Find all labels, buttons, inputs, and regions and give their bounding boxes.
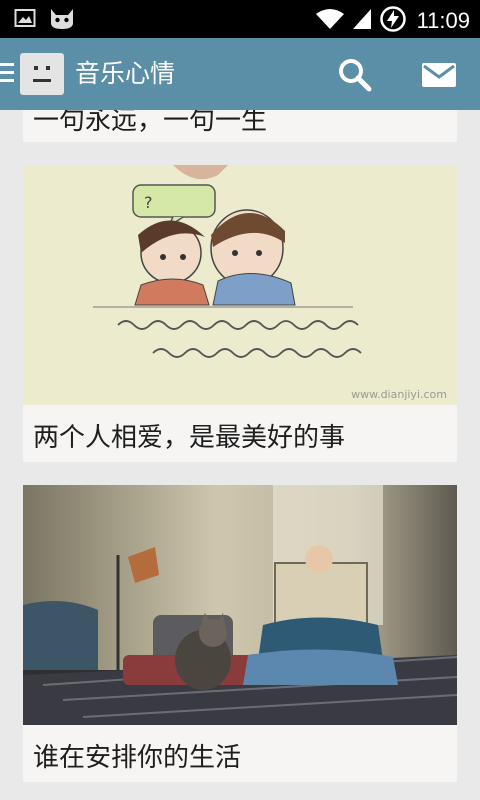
search-icon[interactable] [337, 57, 373, 93]
reading-cat-photo[interactable] [23, 485, 457, 725]
mail-icon[interactable] [421, 60, 457, 90]
wifi-icon [315, 7, 345, 35]
signal-icon [351, 7, 373, 35]
couple-sketch-image[interactable]: ? www.dianjiyi.com [23, 165, 457, 405]
status-bar: 11:09 [0, 0, 480, 38]
feed-item[interactable]: 谁在安排你的生活 [23, 485, 457, 782]
battery-charging-icon [379, 5, 407, 37]
image-watermark: www.dianjiyi.com [351, 388, 447, 401]
clock: 11:09 [416, 8, 470, 33]
feed-item-caption: 一句永远，一句一生 [33, 110, 268, 136]
gallery-notification-icon [14, 7, 36, 35]
app-logo-icon[interactable] [20, 53, 64, 95]
android-debug-icon [48, 7, 76, 35]
svg-text:?: ? [144, 193, 153, 212]
feed-item[interactable]: 一句永远，一句一生 [23, 110, 457, 142]
feed-item-caption: 谁在安排你的生活 [33, 743, 242, 773]
feed-item-caption: 两个人相爱，是最美好的事 [33, 423, 346, 453]
app-title: 音乐心情 [75, 59, 176, 88]
feed-list[interactable]: 一句永远，一句一生 ? www.dianjiyi.com 两个人相爱，是最美好的… [0, 110, 480, 800]
drawer-icon[interactable] [0, 62, 16, 88]
feed-item[interactable]: ? www.dianjiyi.com 两个人相爱，是最美好的事 [23, 165, 457, 462]
action-bar: 音乐心情 [0, 38, 480, 110]
